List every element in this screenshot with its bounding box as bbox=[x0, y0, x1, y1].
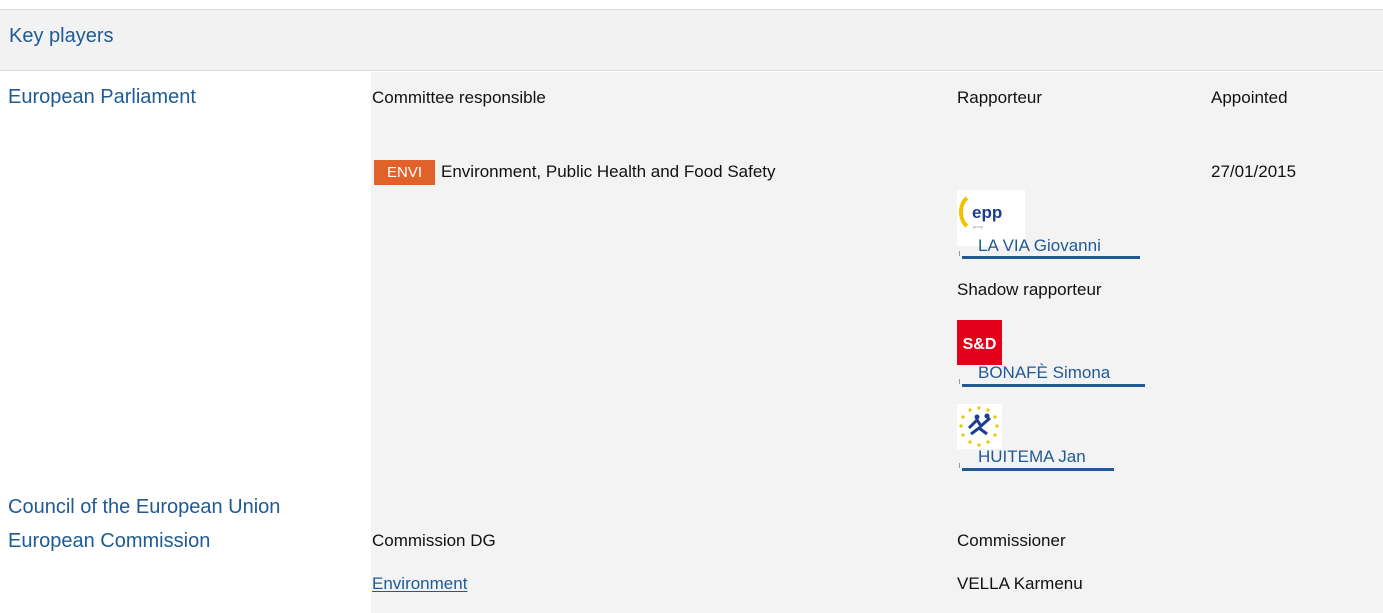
divider bbox=[959, 251, 960, 256]
svg-text:group: group bbox=[973, 224, 984, 229]
shadow-rapporteur-link-1[interactable]: BONAFÈ Simona bbox=[978, 363, 1110, 383]
committee-badge: ENVI bbox=[374, 160, 435, 185]
column-header-appointed: Appointed bbox=[1211, 88, 1288, 107]
divider bbox=[959, 463, 960, 468]
shadow-rapporteur-link-2[interactable]: HUITEMA Jan bbox=[978, 447, 1086, 467]
svg-text:S&D: S&D bbox=[963, 336, 997, 353]
panel-title[interactable]: Key players bbox=[9, 25, 114, 48]
commissioner-name: VELLA Karmenu bbox=[957, 574, 1083, 593]
svg-text:epp: epp bbox=[972, 203, 1002, 222]
key-players-header[interactable] bbox=[0, 9, 1383, 71]
commission-dg-link[interactable]: Environment bbox=[372, 574, 467, 594]
institution-european-commission: European Commission bbox=[8, 530, 211, 552]
shadow-rapporteur-name-2: HUITEMA Jan bbox=[978, 447, 1086, 466]
column-header-rapporteur: Rapporteur bbox=[957, 88, 1043, 107]
divider bbox=[959, 379, 960, 384]
shadow-rapporteur-label: Shadow rapporteur bbox=[957, 280, 1102, 299]
rapporteur-name: LA VIA Giovanni bbox=[978, 236, 1101, 255]
rapporteur-underline bbox=[962, 256, 1140, 259]
shadow-rapporteur-name-1: BONAFÈ Simona bbox=[978, 363, 1111, 382]
appointed-date: 27/01/2015 bbox=[1211, 162, 1297, 181]
group-logo-icon bbox=[957, 404, 1002, 449]
sd-logo-icon: S&D bbox=[957, 320, 1002, 365]
column-header-commissioner: Commissioner bbox=[957, 531, 1066, 550]
shadow-underline-2 bbox=[962, 468, 1114, 471]
institution-european-parliament: European Parliament bbox=[8, 86, 196, 108]
column-header-committee: Committee responsible bbox=[372, 88, 546, 107]
rapporteur-link[interactable]: LA VIA Giovanni bbox=[978, 236, 1101, 256]
shadow-underline-1 bbox=[962, 384, 1145, 387]
committee-name: Environment, Public Health and Food Safe… bbox=[441, 162, 776, 181]
content-area bbox=[371, 72, 1383, 613]
institution-council: Council of the European Union bbox=[8, 496, 281, 518]
column-header-commission-dg: Commission DG bbox=[372, 531, 496, 550]
